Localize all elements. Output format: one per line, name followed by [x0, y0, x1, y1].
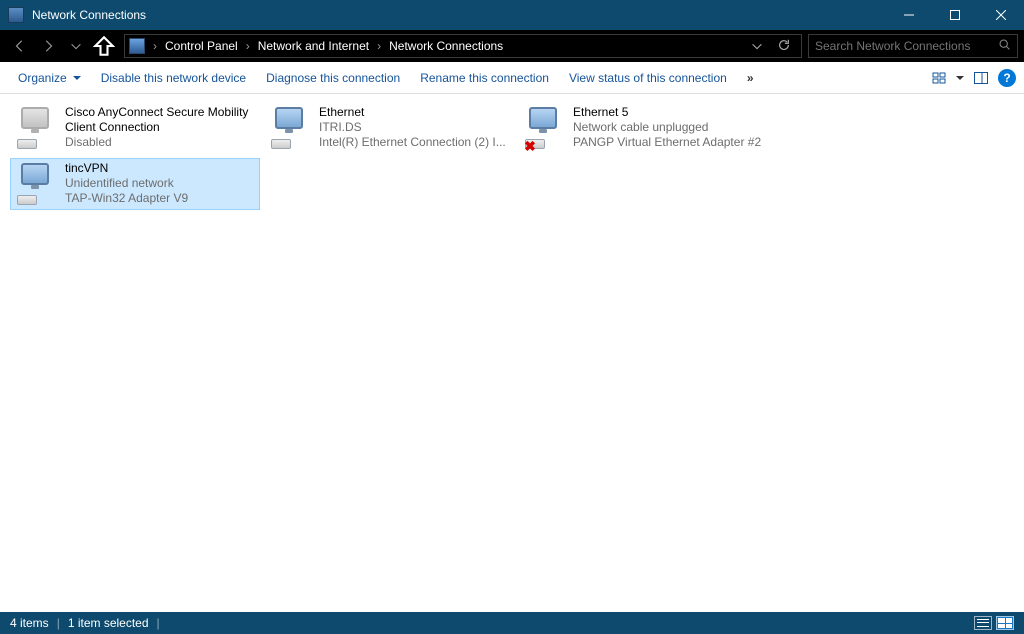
search-box[interactable]: [808, 34, 1018, 58]
status-separator: |: [49, 616, 68, 630]
connection-status: Unidentified network: [65, 176, 255, 191]
breadcrumb-item[interactable]: Control Panel: [161, 37, 242, 55]
view-options-button[interactable]: [928, 67, 950, 89]
connection-device: Intel(R) Ethernet Connection (2) I...: [319, 135, 509, 150]
breadcrumb-item[interactable]: Network and Internet: [254, 37, 373, 55]
app-icon: [8, 7, 24, 23]
recent-dropdown[interactable]: [62, 32, 90, 60]
connection-text: EthernetITRI.DSIntel(R) Ethernet Connect…: [319, 105, 509, 150]
window-controls: [886, 0, 1024, 30]
connection-name: Cisco AnyConnect Secure Mobility Client …: [65, 105, 255, 135]
view-status-button[interactable]: View status of this connection: [559, 67, 737, 89]
connection-name: Ethernet: [319, 105, 509, 120]
disable-label: Disable this network device: [101, 71, 246, 85]
up-button[interactable]: [90, 32, 118, 60]
search-input[interactable]: [815, 39, 992, 53]
connection-item[interactable]: tincVPNUnidentified networkTAP-Win32 Ada…: [10, 158, 260, 210]
overflow-label: »: [747, 71, 754, 85]
unplugged-x-icon: ✖: [523, 139, 537, 153]
diagnose-label: Diagnose this connection: [266, 71, 400, 85]
overflow-button[interactable]: »: [737, 67, 764, 89]
rename-button[interactable]: Rename this connection: [410, 67, 559, 89]
network-adapter-icon: ✖: [523, 105, 569, 153]
network-adapter-icon: [269, 105, 315, 153]
item-count: 4 items: [10, 616, 49, 630]
status-bar: 4 items | 1 item selected |: [0, 612, 1024, 634]
rename-label: Rename this connection: [420, 71, 549, 85]
navigation-bar: › Control Panel › Network and Internet ›…: [0, 30, 1024, 62]
view-status-label: View status of this connection: [569, 71, 727, 85]
connection-text: Cisco AnyConnect Secure Mobility Client …: [65, 105, 255, 150]
address-bar[interactable]: › Control Panel › Network and Internet ›…: [124, 34, 802, 58]
content-area[interactable]: Cisco AnyConnect Secure Mobility Client …: [0, 94, 1024, 612]
forward-button[interactable]: [34, 32, 62, 60]
help-button[interactable]: ?: [998, 69, 1016, 87]
connection-status: Network cable unplugged: [573, 120, 763, 135]
selection-count: 1 item selected: [68, 616, 149, 630]
connection-device: PANGP Virtual Ethernet Adapter #2: [573, 135, 763, 150]
close-button[interactable]: [978, 0, 1024, 30]
connection-name: tincVPN: [65, 161, 255, 176]
network-adapter-icon: [15, 161, 61, 209]
breadcrumb-item[interactable]: Network Connections: [385, 37, 507, 55]
tiles-view-button[interactable]: [996, 616, 1014, 630]
location-icon: [129, 38, 145, 54]
connection-item[interactable]: ✖ Ethernet 5Network cable unpluggedPANGP …: [518, 102, 768, 154]
details-view-button[interactable]: [974, 616, 992, 630]
chevron-right-icon: ›: [149, 39, 161, 53]
window-title: Network Connections: [32, 8, 886, 22]
dropdown-caret-icon[interactable]: [956, 76, 964, 80]
organize-button[interactable]: Organize: [8, 67, 91, 89]
maximize-button[interactable]: [932, 0, 978, 30]
back-button[interactable]: [6, 32, 34, 60]
connection-text: tincVPNUnidentified networkTAP-Win32 Ada…: [65, 161, 255, 206]
connection-status: Disabled: [65, 135, 255, 150]
command-bar: Organize Disable this network device Dia…: [0, 62, 1024, 94]
refresh-button[interactable]: [771, 38, 797, 55]
connection-status: ITRI.DS: [319, 120, 509, 135]
preview-pane-button[interactable]: [970, 67, 992, 89]
address-dropdown[interactable]: [743, 32, 771, 60]
status-separator: |: [149, 616, 168, 630]
network-adapter-icon: [15, 105, 61, 153]
minimize-button[interactable]: [886, 0, 932, 30]
diagnose-button[interactable]: Diagnose this connection: [256, 67, 410, 89]
view-switcher: [974, 616, 1014, 630]
connection-text: Ethernet 5Network cable unpluggedPANGP V…: [573, 105, 763, 150]
dropdown-caret-icon: [73, 76, 81, 80]
connection-device: TAP-Win32 Adapter V9: [65, 191, 255, 206]
disable-device-button[interactable]: Disable this network device: [91, 67, 256, 89]
chevron-right-icon: ›: [242, 39, 254, 53]
search-icon: [998, 38, 1011, 54]
organize-label: Organize: [18, 71, 67, 85]
title-bar: Network Connections: [0, 0, 1024, 30]
connection-item[interactable]: Cisco AnyConnect Secure Mobility Client …: [10, 102, 260, 154]
chevron-right-icon: ›: [373, 39, 385, 53]
connection-name: Ethernet 5: [573, 105, 763, 120]
connection-item[interactable]: EthernetITRI.DSIntel(R) Ethernet Connect…: [264, 102, 514, 154]
